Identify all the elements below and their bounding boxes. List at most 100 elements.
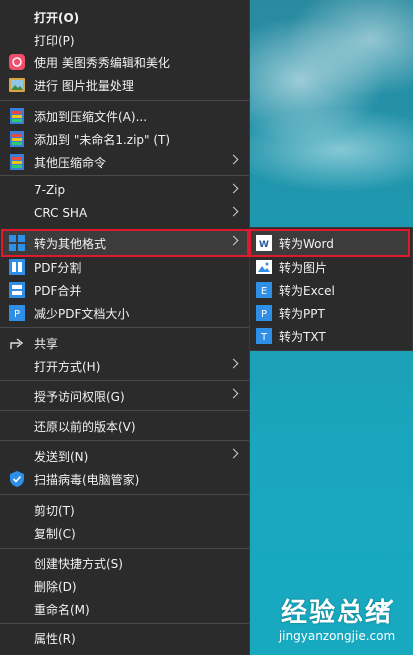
- menu-item-restore[interactable]: 还原以前的版本(V): [0, 415, 249, 437]
- meitu-icon: [9, 54, 25, 70]
- pdf-split-icon: [9, 259, 25, 275]
- menu-item-label: 打开(O): [34, 11, 80, 25]
- menu-item-delete[interactable]: 删除(D): [0, 575, 249, 597]
- pdf-compress-icon: P: [9, 305, 25, 321]
- submenu-item-excel[interactable]: E 转为Excel: [249, 279, 413, 301]
- menu-item-send-to[interactable]: 发送到(N): [0, 445, 249, 467]
- txt-icon: T: [256, 328, 272, 344]
- excel-icon: E: [256, 282, 272, 298]
- pdf-merge-icon: [9, 282, 25, 298]
- svg-text:T: T: [260, 332, 268, 343]
- menu-item-label: 打开方式(H): [34, 360, 101, 374]
- menu-item-pdf-merge[interactable]: PDF合并: [0, 279, 249, 301]
- menu-item-label: 创建快捷方式(S): [34, 557, 123, 571]
- separator: [0, 494, 249, 495]
- submenu-item-label: 转为Excel: [279, 284, 335, 298]
- chevron-right-icon: [228, 358, 239, 369]
- menu-item-label: 转为其他格式: [34, 237, 107, 251]
- archive-icon: [10, 131, 24, 147]
- submenu-item-ppt[interactable]: P 转为PPT: [249, 302, 413, 324]
- menu-item-meitu[interactable]: 使用 美图秀秀编辑和美化: [0, 51, 249, 73]
- menu-item-label: 7-Zip: [34, 183, 66, 197]
- convert-grid-icon: [9, 235, 25, 251]
- menu-item-open-with[interactable]: 打开方式(H): [0, 355, 249, 377]
- menu-item-create-shortcut[interactable]: 创建快捷方式(S): [0, 552, 249, 574]
- menu-item-label: 删除(D): [34, 580, 77, 594]
- menu-item-cut[interactable]: 剪切(T): [0, 499, 249, 521]
- menu-item-label: 添加到压缩文件(A)...: [34, 110, 148, 124]
- menu-item-label: 发送到(N): [34, 450, 89, 464]
- menu-item-copy[interactable]: 复制(C): [0, 522, 249, 544]
- archive-icon: [10, 154, 24, 170]
- menu-item-label: 共享: [34, 337, 59, 351]
- submenu-item-label: 转为图片: [279, 261, 328, 275]
- separator: [0, 548, 249, 549]
- ppt-icon: P: [256, 305, 272, 321]
- menu-item-print[interactable]: 打印(P): [0, 29, 249, 51]
- svg-text:W: W: [259, 240, 269, 250]
- chevron-right-icon: [228, 388, 239, 399]
- chevron-right-icon: [228, 206, 239, 217]
- svg-text:P: P: [14, 309, 20, 320]
- menu-item-other-compress[interactable]: 其他压缩命令: [0, 151, 249, 173]
- menu-item-label: 使用 美图秀秀编辑和美化: [34, 56, 170, 70]
- menu-item-crc-sha[interactable]: CRC SHA: [0, 203, 249, 225]
- menu-item-convert-format[interactable]: 转为其他格式: [0, 232, 249, 254]
- svg-text:E: E: [261, 286, 267, 297]
- menu-item-label: 还原以前的版本(V): [34, 420, 136, 434]
- submenu-item-txt[interactable]: T 转为TXT: [249, 325, 413, 347]
- menu-item-label: 其他压缩命令: [34, 156, 107, 170]
- menu-item-label: 属性(R): [34, 632, 76, 646]
- share-icon: [10, 338, 24, 349]
- menu-item-batch[interactable]: 进行 图片批量处理: [0, 74, 249, 96]
- separator: [0, 623, 249, 624]
- menu-item-label: PDF分割: [34, 261, 82, 275]
- menu-item-label: 剪切(T): [34, 504, 75, 518]
- menu-item-7zip[interactable]: 7-Zip: [0, 180, 249, 202]
- archive-icon: [10, 108, 24, 124]
- svg-text:P: P: [261, 309, 267, 320]
- menu-item-rename[interactable]: 重命名(M): [0, 598, 249, 620]
- image-batch-icon: [9, 78, 25, 92]
- watermark: 经验总结 jingyanzongjie.com: [262, 593, 412, 654]
- separator: [0, 410, 249, 411]
- word-icon: W: [256, 235, 272, 251]
- separator: [0, 100, 249, 101]
- chevron-right-icon: [228, 154, 239, 165]
- separator: [0, 440, 249, 441]
- menu-item-label: 复制(C): [34, 527, 76, 541]
- menu-item-pdf-split[interactable]: PDF分割: [0, 256, 249, 278]
- menu-item-grant-access[interactable]: 授予访问权限(G): [0, 385, 249, 407]
- separator: [0, 380, 249, 381]
- menu-item-label: 打印(P): [34, 34, 75, 48]
- menu-item-label: 减少PDF文档大小: [34, 307, 130, 321]
- context-menu: 打开(O) 打印(P) 使用 美图秀秀编辑和美化 进行 图片批量处理 添加到压缩…: [0, 0, 250, 655]
- menu-item-open[interactable]: 打开(O): [0, 6, 249, 28]
- menu-item-label: CRC SHA: [34, 206, 88, 220]
- submenu-item-label: 转为Word: [279, 237, 334, 251]
- menu-item-add-zip[interactable]: 添加到 "未命名1.zip" (T): [0, 128, 249, 150]
- menu-item-label: 授予访问权限(G): [34, 390, 125, 404]
- submenu-item-label: 转为TXT: [279, 330, 326, 344]
- separator: [0, 175, 249, 176]
- menu-item-scan-virus[interactable]: 扫描病毒(电脑管家): [0, 468, 249, 490]
- chevron-right-icon: [228, 183, 239, 194]
- menu-item-share[interactable]: 共享: [0, 332, 249, 354]
- menu-item-add-archive[interactable]: 添加到压缩文件(A)...: [0, 105, 249, 127]
- chevron-right-icon: [228, 448, 239, 459]
- submenu-item-label: 转为PPT: [279, 307, 325, 321]
- separator: [0, 327, 249, 328]
- menu-item-label: 添加到 "未命名1.zip" (T): [34, 133, 171, 147]
- watermark-url: jingyanzongjie.com: [278, 629, 396, 643]
- menu-item-label: PDF合并: [34, 284, 82, 298]
- menu-item-label: 进行 图片批量处理: [34, 79, 134, 93]
- menu-item-label: 重命名(M): [34, 603, 90, 617]
- chevron-right-icon: [228, 235, 239, 246]
- menu-item-properties[interactable]: 属性(R): [0, 627, 249, 649]
- menu-item-pdf-shrink[interactable]: P 减少PDF文档大小: [0, 302, 249, 324]
- submenu-item-word[interactable]: W 转为Word: [249, 232, 413, 254]
- shield-icon: [10, 471, 24, 487]
- image-icon: [256, 260, 272, 274]
- submenu-item-image[interactable]: 转为图片: [249, 256, 413, 278]
- menu-item-label: 扫描病毒(电脑管家): [34, 473, 140, 487]
